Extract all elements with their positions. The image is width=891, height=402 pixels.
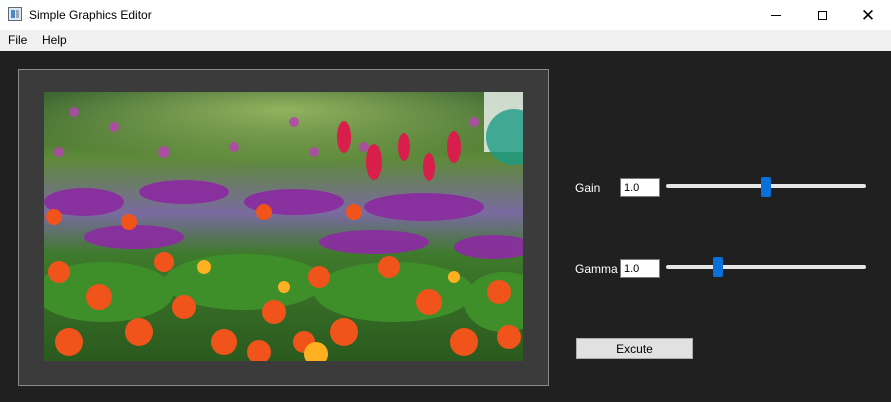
gamma-slider-thumb[interactable] bbox=[713, 257, 723, 277]
flower-photo bbox=[44, 92, 523, 361]
gamma-slider-track[interactable] bbox=[666, 265, 866, 269]
minimize-button[interactable] bbox=[753, 0, 799, 30]
maximize-icon bbox=[817, 10, 827, 20]
menu-help[interactable]: Help bbox=[42, 33, 67, 47]
gamma-label: Gamma bbox=[575, 262, 618, 276]
menu-bar: File Help bbox=[0, 30, 891, 51]
execute-button[interactable]: Excute bbox=[576, 338, 693, 359]
image-panel bbox=[18, 69, 549, 386]
menu-file[interactable]: File bbox=[8, 33, 27, 47]
gain-label: Gain bbox=[575, 181, 601, 195]
flower-photo-image bbox=[44, 92, 523, 361]
app-icon bbox=[8, 7, 22, 21]
gain-slider-thumb[interactable] bbox=[761, 177, 771, 197]
close-icon: ✕ bbox=[860, 5, 876, 25]
title-bar: Simple Graphics Editor ✕ bbox=[0, 0, 891, 30]
window-title: Simple Graphics Editor bbox=[29, 8, 152, 22]
minimize-icon bbox=[771, 14, 781, 16]
gain-input[interactable] bbox=[620, 178, 660, 197]
gamma-input[interactable] bbox=[620, 259, 660, 278]
close-button[interactable]: ✕ bbox=[845, 0, 891, 30]
maximize-button[interactable] bbox=[799, 0, 845, 30]
